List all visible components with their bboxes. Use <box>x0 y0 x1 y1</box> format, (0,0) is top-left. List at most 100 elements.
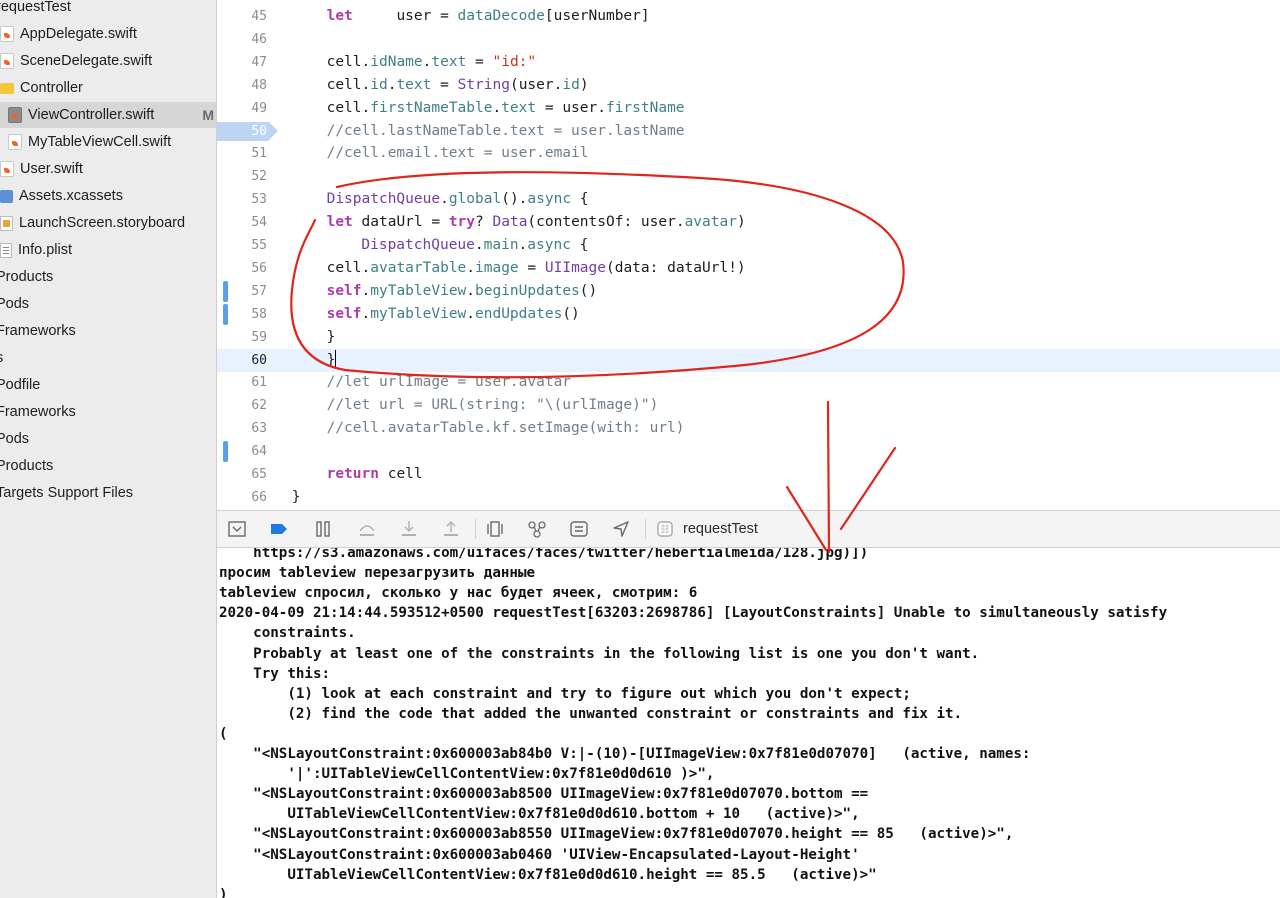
code-line[interactable]: 56 cell.avatarTable.image = UIImage(data:… <box>217 257 1280 280</box>
console-line: "<NSLayoutConstraint:0x600003ab84b0 V:|-… <box>219 746 1031 762</box>
code-token: //let urlImage = user.avatar <box>326 374 572 391</box>
code-line[interactable]: 52 <box>217 165 1280 188</box>
navigator-item[interactable]: requestTest <box>0 0 71 20</box>
navigator-item[interactable]: Targets Support Files <box>0 480 133 506</box>
console-line: https://s3.amazonaws.com/uifaces/faces/t… <box>219 548 869 561</box>
navigator-item[interactable]: Podfile <box>0 372 40 398</box>
code-token: ? <box>475 214 493 231</box>
code-line[interactable]: 48 cell.id.text = String(user.id) <box>217 74 1280 97</box>
code-line[interactable]: 49 cell.firstNameTable.text = user.firstN… <box>217 97 1280 120</box>
code-token: { <box>571 191 589 208</box>
navigator-item-label: LaunchScreen.storyboard <box>19 215 186 231</box>
navigator-item-label: Assets.xcassets <box>19 188 123 204</box>
navigator-item[interactable]: Pods <box>0 426 29 452</box>
line-number: 60 <box>251 352 267 368</box>
code-token: //cell.lastNameTable.text = user.lastNam… <box>326 122 685 139</box>
line-number: 63 <box>251 421 267 437</box>
navigator-item[interactable]: s <box>0 345 3 371</box>
plist-icon <box>0 242 12 258</box>
hide-debug-area-icon[interactable] <box>227 519 247 539</box>
navigator-item[interactable]: Controller <box>0 75 83 101</box>
code-line[interactable]: 62 //let url = URL(string: "\(urlImage)") <box>217 394 1280 417</box>
navigator-item[interactable]: Products <box>0 453 53 479</box>
memory-graph-icon[interactable] <box>527 519 547 539</box>
navigator-item-label: Frameworks <box>0 323 76 339</box>
code-token: . <box>361 282 371 299</box>
environment-overrides-icon[interactable] <box>569 519 589 539</box>
navigator-item[interactable]: Frameworks <box>0 399 76 425</box>
code-line[interactable]: 51 //cell.email.text = user.email <box>217 142 1280 165</box>
navigator-item[interactable]: AppDelegate.swift <box>0 21 137 47</box>
line-number: 59 <box>251 329 267 345</box>
code-line[interactable]: 55 DispatchQueue.main.async { <box>217 234 1280 257</box>
simulate-location-icon[interactable] <box>611 519 631 539</box>
code-token: (data: dataUrl!) <box>605 259 746 276</box>
navigator-item[interactable]: User.swift <box>0 156 83 182</box>
code-text: } <box>327 326 336 349</box>
navigator-item[interactable]: Pods <box>0 291 29 317</box>
swift-file-icon <box>0 53 14 69</box>
code-token: cell. <box>326 99 371 116</box>
line-number: 61 <box>251 375 267 391</box>
line-number: 64 <box>251 444 267 460</box>
code-token: . <box>474 237 484 253</box>
code-line[interactable]: 64 <box>217 440 1280 463</box>
step-over-icon[interactable] <box>357 519 377 539</box>
code-text: let user = dataDecode[userNumber] <box>327 5 650 28</box>
navigator-item-label: Podfile <box>0 377 41 393</box>
code-token: id <box>370 76 388 93</box>
code-line[interactable]: 54 let dataUrl = try? Data(contentsOf: us… <box>217 211 1280 234</box>
navigator-item[interactable]: MyTableViewCell.swift <box>8 129 171 155</box>
code-line[interactable]: 58 self.myTableView.endUpdates() <box>217 303 1280 326</box>
code-editor[interactable]: 45 let user = dataDecode[userNumber] 46 47 c… <box>217 0 1280 510</box>
navigator-item-label: User.swift <box>20 161 83 177</box>
breakpoints-toggle-icon[interactable] <box>269 519 289 539</box>
code-line[interactable]: 61 //let urlImage = user.avatar <box>217 371 1280 394</box>
navigator-item-label: Info.plist <box>18 242 72 258</box>
code-token: { <box>570 237 589 253</box>
console-line: ( <box>219 725 228 742</box>
code-line[interactable]: 60} <box>217 348 1280 372</box>
line-number: 55 <box>251 238 267 253</box>
code-token: global <box>448 191 502 208</box>
code-line[interactable]: 45 let user = dataDecode[userNumber] <box>217 5 1280 28</box>
code-line[interactable]: 63 //cell.avatarTable.kf.setImage(with: u… <box>217 417 1280 440</box>
navigator-item[interactable]: Assets.xcassets <box>0 183 123 209</box>
swift-file-icon <box>0 161 14 177</box>
code-token: text <box>431 53 467 70</box>
navigator-item[interactable]: Info.plist <box>0 237 72 263</box>
console-line: Try this: <box>219 665 331 682</box>
code-text: //let urlImage = user.avatar <box>327 371 571 394</box>
code-line[interactable]: 50 //cell.lastNameTable.text = user.lastN… <box>217 120 1280 143</box>
code-line[interactable]: 46 <box>217 28 1280 51</box>
pause-icon[interactable] <box>313 519 333 539</box>
code-token: image <box>475 259 519 276</box>
navigator-item[interactable]: Products <box>0 264 53 290</box>
navigator-item[interactable]: LaunchScreen.storyboard <box>0 210 185 236</box>
step-into-icon[interactable] <box>399 519 419 539</box>
navigator-item-label: Products <box>0 458 54 474</box>
code-line[interactable]: 65 return cell <box>217 463 1280 486</box>
step-out-icon[interactable] <box>441 519 461 539</box>
code-token: = <box>466 53 493 70</box>
code-line[interactable]: 57 self.myTableView.beginUpdates() <box>217 280 1280 303</box>
code-line[interactable]: 47 cell.idName.text = "id:" <box>217 51 1280 74</box>
code-token: try <box>448 214 476 231</box>
code-token: beginUpdates <box>475 282 580 299</box>
code-token: () <box>562 305 580 322</box>
debug-console[interactable]: https://s3.amazonaws.com/uifaces/faces/t… <box>217 548 1280 898</box>
line-number: 48 <box>251 77 267 93</box>
navigator-item[interactable]: Frameworks <box>0 318 76 344</box>
line-number: 66 <box>251 489 267 505</box>
code-line[interactable]: 66} <box>217 486 1280 509</box>
code-line[interactable]: 59} <box>217 326 1280 349</box>
code-text: cell.id.text = String(user.id) <box>327 74 589 97</box>
view-debugger-icon[interactable] <box>485 519 505 539</box>
navigator-item[interactable]: ViewController.swift M <box>0 102 216 128</box>
code-token: . <box>440 191 449 208</box>
navigator-item[interactable]: SceneDelegate.swift <box>0 48 152 74</box>
code-token: . <box>492 99 502 116</box>
code-line[interactable]: 53 DispatchQueue.global().async { <box>217 188 1280 211</box>
navigator-item-label: Controller <box>20 80 83 96</box>
code-token: cell. <box>326 259 371 276</box>
